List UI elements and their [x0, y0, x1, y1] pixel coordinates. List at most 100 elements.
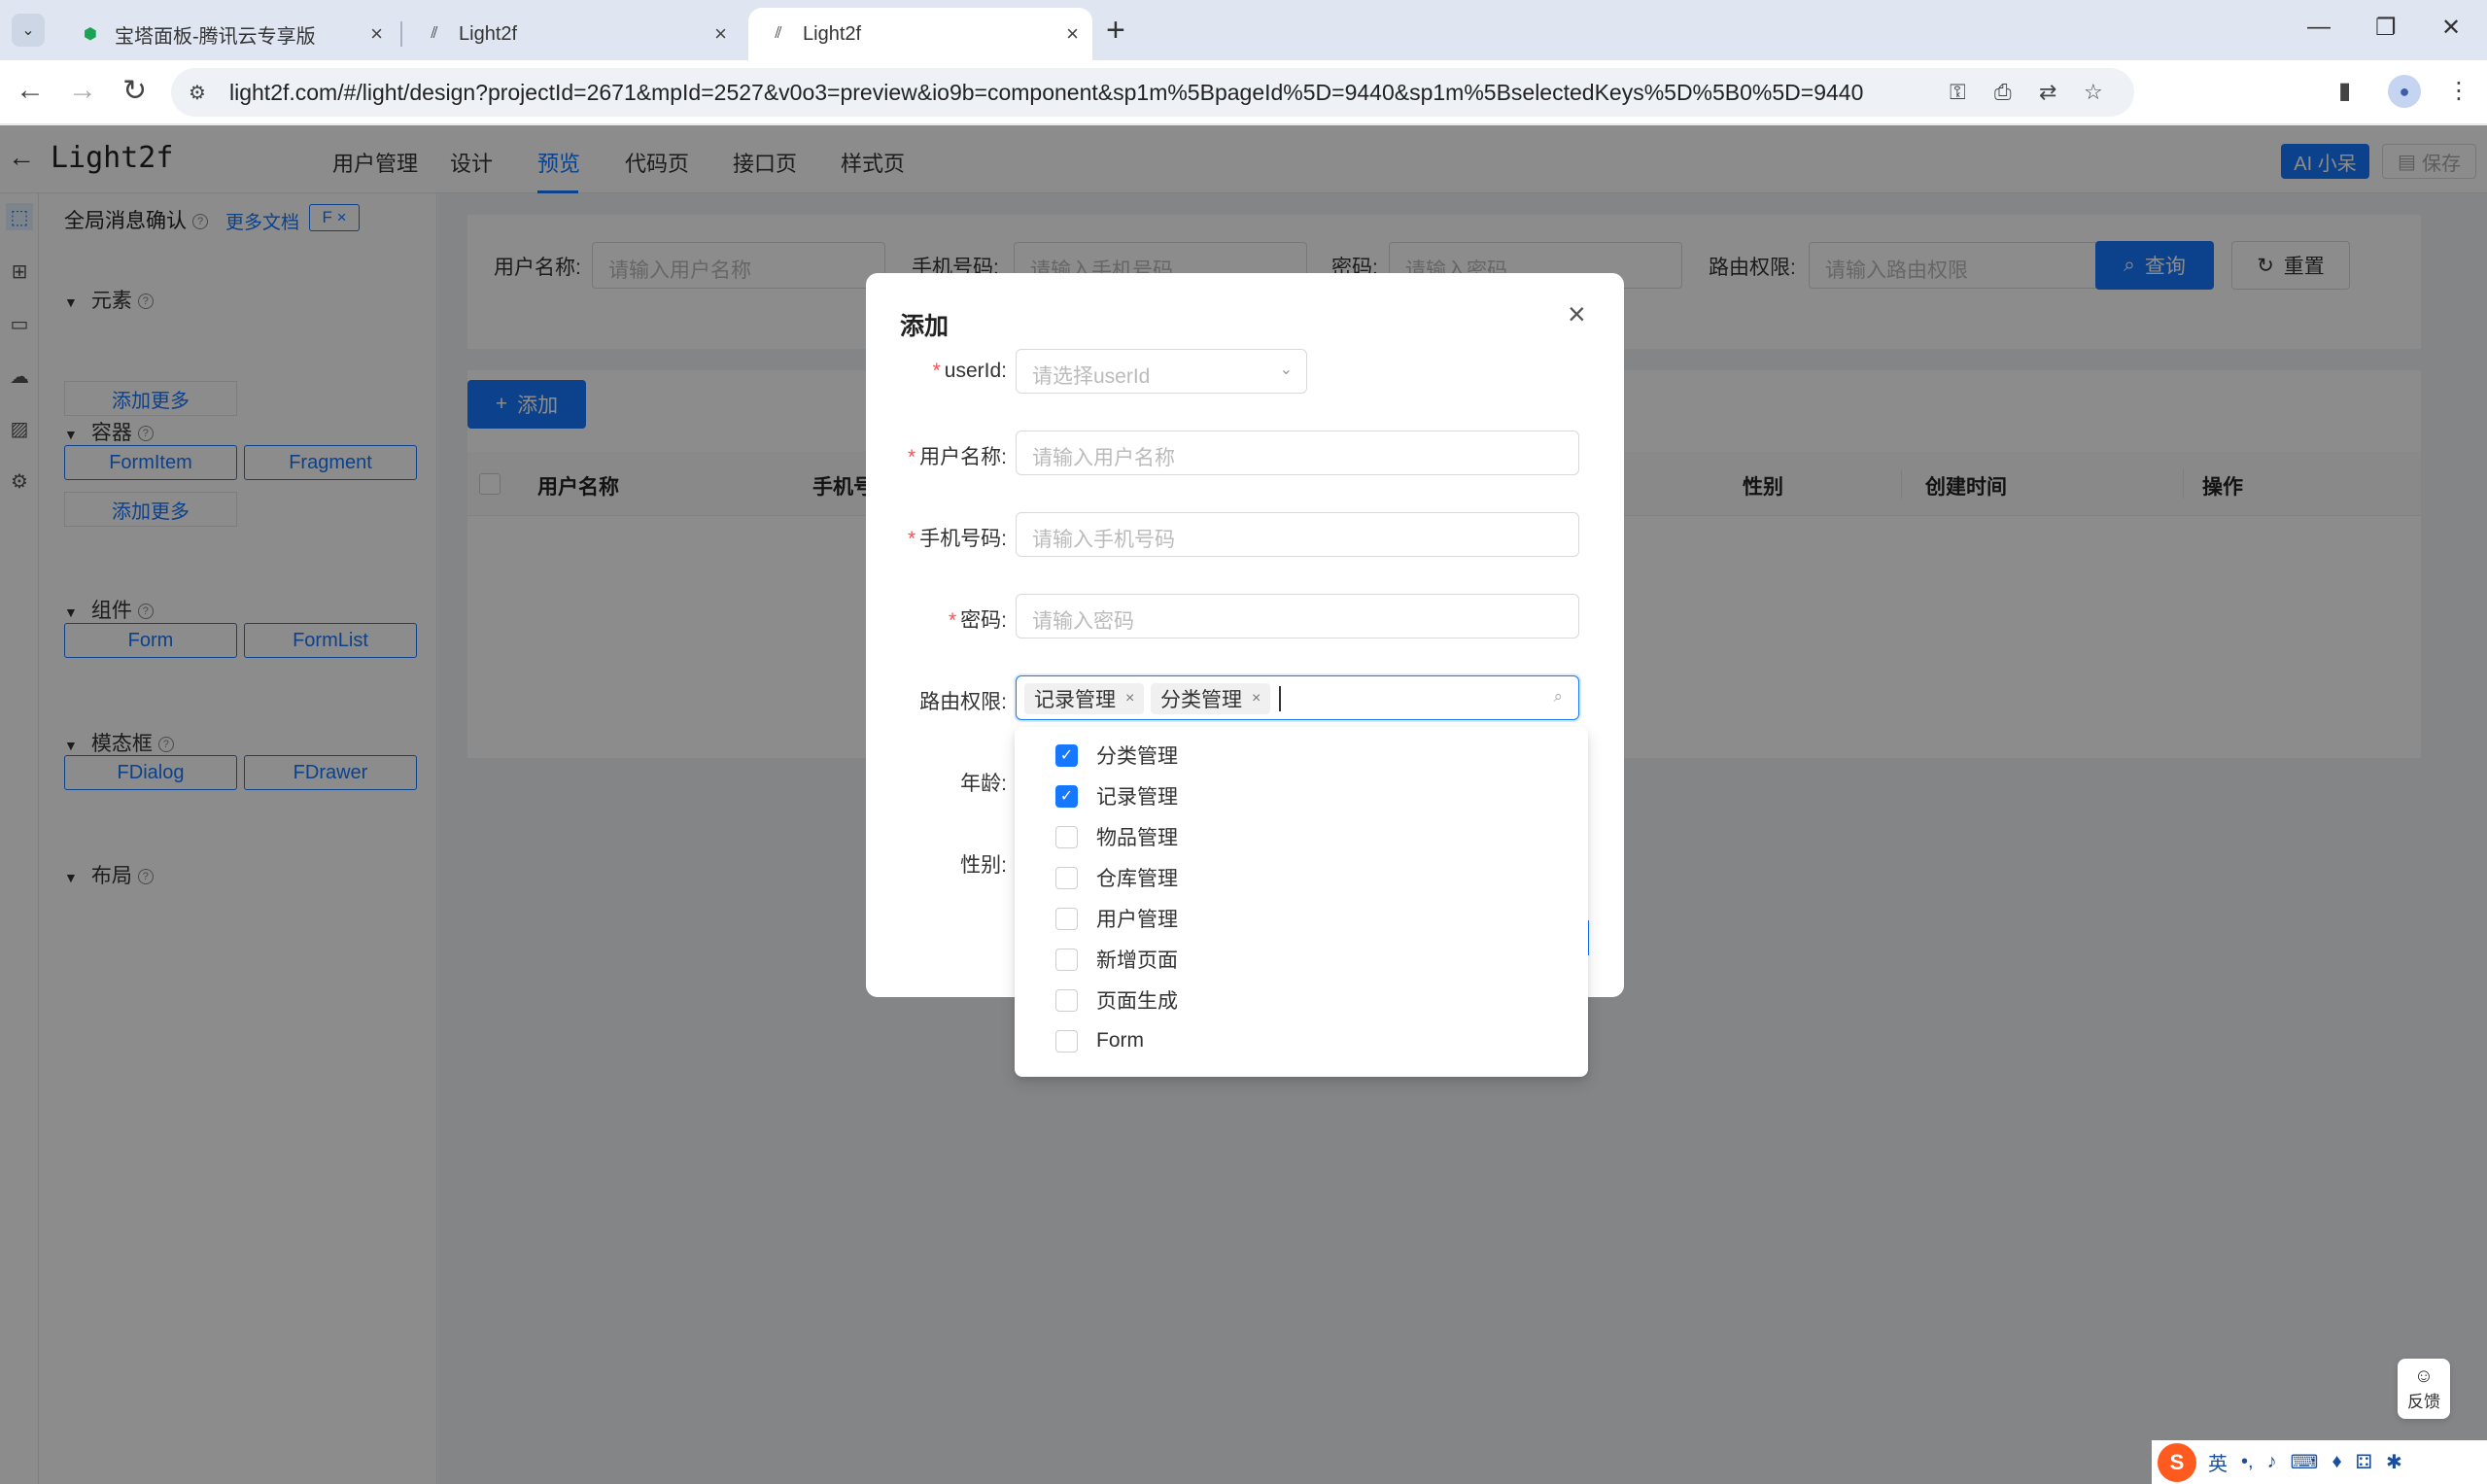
restore-icon[interactable]: ❐ [2375, 14, 2397, 42]
route-dropdown: ✓ 分类管理 ✓ 记录管理 物品管理 仓库管理 用户管理 新增页面 页面生成 For… [1015, 727, 1588, 1077]
checkbox[interactable] [1055, 1029, 1078, 1053]
dialog-title: 添加 [900, 313, 950, 340]
phone-input[interactable]: 请输入手机号码 [1016, 512, 1579, 557]
option-label: 记录管理 [1096, 786, 1178, 809]
list-item[interactable]: 仓库管理 [1015, 857, 1588, 898]
option-label: 用户管理 [1096, 909, 1178, 931]
route-tag: 分类管理 × [1151, 683, 1271, 714]
route-tag: 记录管理 × [1024, 683, 1145, 714]
userid-placeholder: 请选择userId [1032, 365, 1151, 388]
userid-label-text: userId: [944, 360, 1007, 382]
shield-icon: ⬢ [84, 26, 97, 43]
tag-close-icon[interactable]: × [1125, 690, 1134, 707]
browser-tab-light2f-active[interactable]: ⫽ Light2f × [748, 8, 1092, 60]
password-input[interactable]: 请输入密码 [1016, 594, 1579, 638]
chevron-down-icon: ⌄ [1279, 362, 1293, 378]
browser-toolbar: ← → ↻ ⚙ light2f.com/#/light/design?proje… [0, 60, 2487, 124]
close-icon[interactable]: × [714, 21, 727, 47]
more-menu-icon[interactable]: ⋮ [2447, 77, 2470, 105]
username-label: * 用户名称: [908, 441, 1007, 470]
option-label: Form [1096, 1029, 1144, 1052]
ime-toolbar: S 英 •, ♪ ⌨ ♦ ⚃ ✱ [2152, 1440, 2487, 1484]
browser-tab-strip: ⌄ ⬢ 宝塔面板-腾讯云专享版 × ⫽ Light2f × ⫽ Light2f … [0, 0, 2487, 60]
checkbox[interactable] [1055, 948, 1078, 971]
userid-select[interactable]: 请选择userId ⌄ [1016, 349, 1307, 394]
close-icon[interactable]: × [1066, 21, 1079, 47]
password-label: * 密码: [949, 604, 1007, 634]
option-label: 仓库管理 [1096, 868, 1178, 890]
gender-label: 性别: [960, 854, 1007, 877]
list-item[interactable]: 页面生成 [1015, 980, 1588, 1020]
toolbox-icon[interactable]: ⚃ [2356, 1450, 2372, 1474]
ime-language[interactable]: 英 [2208, 1448, 2228, 1476]
password-key-icon[interactable]: ⚿ [1950, 80, 1966, 105]
list-item[interactable]: Form [1015, 1020, 1588, 1061]
userid-label: * userId: [933, 360, 1007, 383]
checkbox[interactable] [1055, 907, 1078, 930]
side-panel-icon[interactable]: ▮ [2338, 77, 2351, 105]
address-bar[interactable]: ⚙ light2f.com/#/light/design?projectId=2… [171, 68, 2134, 117]
tag-close-icon[interactable]: × [1252, 690, 1261, 707]
reload-icon[interactable]: ↻ [122, 74, 147, 108]
site-info-icon[interactable]: ⚙ [189, 81, 206, 105]
tab-title: 宝塔面板-腾讯云专享版 [115, 25, 316, 48]
list-item[interactable]: 新增页面 [1015, 939, 1588, 980]
gear-icon[interactable]: ✱ [2386, 1450, 2402, 1474]
option-label: 新增页面 [1096, 949, 1178, 972]
install-app-icon[interactable]: ⎙ [1994, 80, 2012, 105]
option-label: 物品管理 [1096, 827, 1178, 849]
browser-tab-light2f-1[interactable]: ⫽ Light2f × [404, 8, 741, 60]
list-item[interactable]: ✓ 分类管理 [1015, 735, 1588, 776]
phone-label-text: 手机号码: [919, 528, 1007, 550]
phone-label: * 手机号码: [908, 523, 1007, 552]
required-mark: * [932, 360, 941, 382]
new-tab-button[interactable]: + [1106, 12, 1125, 50]
back-icon[interactable]: ← [16, 74, 45, 107]
tab-title: Light2f [803, 22, 862, 45]
light2f-logo-icon: ⫽ [775, 25, 782, 42]
tab-title: Light2f [459, 22, 518, 45]
sogou-logo-icon[interactable]: S [2158, 1442, 2196, 1482]
text-cursor [1279, 686, 1281, 711]
light2f-logo-icon: ⫽ [431, 25, 438, 42]
required-mark: * [907, 446, 916, 468]
forward-icon[interactable]: → [68, 74, 97, 107]
checkbox[interactable] [1055, 825, 1078, 848]
bookmark-star-icon[interactable]: ☆ [2084, 80, 2103, 105]
search-icon: ⌕ [1553, 687, 1563, 706]
tab-search-button[interactable]: ⌄ [12, 14, 45, 47]
chat-icon: ☺ [2413, 1365, 2435, 1387]
checkbox[interactable] [1055, 988, 1078, 1012]
browser-tab-baota[interactable]: ⬢ 宝塔面板-腾讯云专享版 × [60, 8, 397, 60]
window-close-icon[interactable]: ✕ [2441, 14, 2461, 42]
profile-avatar-icon[interactable]: ● [2388, 75, 2421, 108]
keyboard-icon[interactable]: ⌨ [2291, 1450, 2319, 1474]
feedback-button[interactable]: ☺ 反馈 [2398, 1359, 2450, 1419]
minimize-icon[interactable]: — [2307, 14, 2331, 41]
translate-icon[interactable]: ⇄ [2039, 80, 2056, 105]
punctuation-icon[interactable]: •, [2241, 1451, 2254, 1473]
required-mark: * [907, 528, 916, 550]
feedback-label: 反馈 [2407, 1393, 2440, 1411]
route-label: 路由权限: [919, 691, 1007, 713]
close-icon[interactable]: × [370, 21, 383, 47]
route-tag-label: 分类管理 [1160, 689, 1242, 711]
username-label-text: 用户名称: [919, 446, 1007, 468]
route-multiselect[interactable]: 记录管理 × 分类管理 × ⌕ [1016, 675, 1579, 720]
microphone-icon[interactable]: ♪ [2267, 1451, 2277, 1473]
tab-separator [400, 21, 402, 47]
required-mark: * [948, 609, 957, 632]
url-text[interactable]: light2f.com/#/light/design?projectId=267… [229, 80, 1863, 106]
option-label: 页面生成 [1096, 990, 1178, 1013]
close-icon[interactable]: × [1568, 296, 1586, 332]
list-item[interactable]: 用户管理 [1015, 898, 1588, 939]
list-item[interactable]: 物品管理 [1015, 816, 1588, 857]
checkbox[interactable] [1055, 866, 1078, 889]
checkbox-checked[interactable]: ✓ [1055, 784, 1078, 808]
checkbox-checked[interactable]: ✓ [1055, 743, 1078, 767]
list-item[interactable]: ✓ 记录管理 [1015, 776, 1588, 816]
password-label-text: 密码: [960, 609, 1007, 632]
skin-icon[interactable]: ♦ [2332, 1451, 2341, 1473]
username-input[interactable]: 请输入用户名称 [1016, 431, 1579, 475]
age-label: 年龄: [960, 773, 1007, 795]
